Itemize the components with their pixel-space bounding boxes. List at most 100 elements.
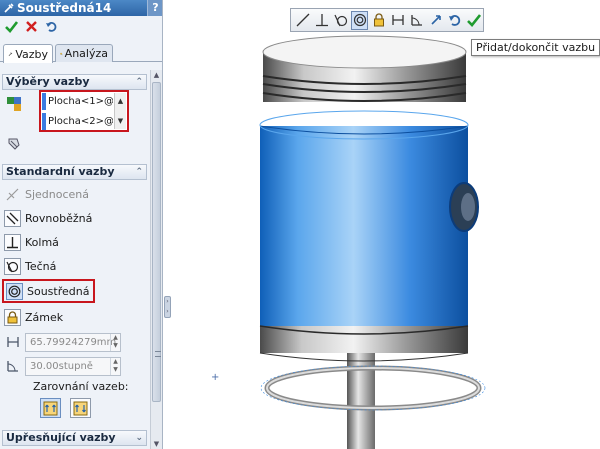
check-icon (467, 14, 482, 27)
selection-item-face1[interactable]: Plocha<1>@1: (42, 93, 113, 110)
toolbar-angle-button[interactable] (409, 11, 426, 30)
angle-spinner[interactable]: ▲ ▼ (110, 357, 120, 375)
scrollbar-grip (155, 351, 161, 357)
lock-icon (4, 308, 21, 326)
toolbar-flip-alignment-button[interactable] (428, 11, 445, 30)
check-icon (4, 20, 18, 33)
tab-analysis[interactable]: Analýza (55, 44, 113, 62)
mate-selections-header[interactable]: Výběry vazby ⌃ (2, 74, 147, 90)
advanced-mates-header[interactable]: Upřesňující vazby ⌄ (2, 430, 147, 446)
mate-lock-option[interactable]: Zámek (4, 307, 63, 327)
perpendicular-icon (315, 14, 328, 27)
splitter-handle[interactable]: › › (164, 296, 171, 318)
tangent-icon (334, 14, 347, 27)
distance-value: 65.79924279mm (30, 336, 117, 348)
collapse-chevron-icon[interactable]: ⌃ (135, 165, 143, 179)
tab-mates[interactable]: Vazby (3, 44, 53, 63)
tab-mates-label: Vazby (15, 47, 48, 61)
mate-selection-icon (7, 97, 21, 111)
analysis-tab-icon (60, 52, 63, 55)
scroll-up-arrow-icon[interactable]: ▲ (151, 71, 162, 79)
mate-perpendicular-option[interactable]: Kolmá (4, 232, 59, 252)
mate-selections-title: Výběry vazby (6, 75, 90, 88)
origin-marker-icon: + (211, 372, 220, 383)
toolbar-tangent-button[interactable] (332, 11, 349, 30)
cross-icon (25, 20, 37, 32)
mate-coincident-option[interactable]: Sjednocená (4, 184, 89, 204)
mate-coincident-label: Sjednocená (25, 187, 90, 201)
mate-tab-icon (8, 52, 13, 57)
collapse-chevron-icon[interactable]: ⌃ (135, 75, 143, 89)
toolbar-concentric-button[interactable] (351, 10, 369, 30)
selection-items: Plocha<1>@1: Plocha<2>@1- (42, 93, 113, 130)
mate-parallel-label: Rovnoběžná (25, 211, 93, 225)
mate-tangent-option[interactable]: Tečná (4, 256, 56, 276)
mate-lock-label: Zámek (25, 310, 64, 324)
mate-selections-list[interactable]: Plocha<1>@1: Plocha<2>@1- ▲ ▼ (39, 90, 129, 132)
selection-list-scrollbar[interactable]: ▲ ▼ (114, 93, 126, 129)
mate-tangent-label: Tečná (25, 259, 57, 273)
property-manager: Soustředná14 ? Vazby Analýza Výběry vazb… (0, 0, 163, 449)
action-bar (0, 17, 162, 35)
scroll-up-arrow-icon[interactable]: ▲ (115, 97, 126, 105)
piston-top-face[interactable] (262, 35, 467, 69)
scroll-down-arrow-icon[interactable]: ▼ (115, 117, 126, 125)
tab-analysis-label: Analýza (64, 47, 108, 60)
distance-row: 65.79924279mm ▲ ▼ (4, 332, 121, 352)
undo-button[interactable] (44, 19, 58, 33)
toolbar-coincident-button[interactable] (294, 11, 311, 30)
accept-mate-tooltip: Přidat/dokončit vazbu (471, 39, 600, 56)
piston-model[interactable] (200, 30, 600, 449)
concentric-icon (6, 282, 23, 300)
angle-row: 30.00stupně ▲ ▼ (4, 356, 121, 376)
anti-aligned-icon (73, 401, 88, 415)
mate-concentric-label: Soustředná (27, 284, 90, 298)
flip-alignment-icon (431, 15, 442, 25)
piston-skirt-selected[interactable] (260, 126, 468, 326)
perpendicular-icon (4, 233, 21, 251)
toolbar-accept-button[interactable] (466, 11, 483, 30)
aligned-button[interactable] (40, 398, 61, 418)
coincident-icon (296, 13, 310, 27)
scroll-down-arrow-icon[interactable]: ▼ (151, 440, 162, 448)
toolbar-undo-button[interactable] (447, 11, 464, 30)
panel-tabs: Vazby Analýza (0, 42, 162, 63)
tangent-icon (4, 257, 21, 275)
advanced-mates-title: Upřesňující vazby (6, 431, 116, 444)
standard-mates-header[interactable]: Standardní vazby ⌃ (2, 164, 147, 180)
solidworks-mate-window: Soustředná14 ? Vazby Analýza Výběry vazb… (0, 0, 600, 449)
undo-icon (449, 15, 461, 26)
distance-spinner[interactable]: ▲ ▼ (110, 333, 120, 351)
concentric-icon (353, 13, 366, 27)
toolbar-perpendicular-button[interactable] (313, 11, 330, 30)
help-button[interactable]: ? (147, 0, 162, 16)
coincident-icon (4, 186, 21, 203)
ok-button[interactable] (4, 19, 18, 33)
parallel-icon (4, 209, 21, 227)
pushpin-icon[interactable] (6, 136, 22, 152)
distance-icon (392, 15, 404, 25)
toolbar-distance-button[interactable] (389, 11, 406, 30)
angle-icon (411, 15, 423, 26)
feature-title: Soustředná14 (17, 1, 112, 15)
standard-mates-title: Standardní vazby (6, 165, 115, 178)
selection-item-face2[interactable]: Plocha<2>@1- (42, 113, 113, 130)
toolbar-lock-button[interactable] (370, 11, 387, 30)
distance-field[interactable]: 65.79924279mm ▲ ▼ (25, 332, 121, 352)
mate-feature-icon (4, 3, 14, 13)
mate-parallel-option[interactable]: Rovnoběžná (4, 208, 92, 228)
undo-icon (45, 21, 56, 32)
mate-alignment-label: Zarovnání vazeb: (33, 380, 129, 393)
angle-field[interactable]: 30.00stupně ▲ ▼ (25, 356, 121, 376)
aligned-icon (43, 401, 58, 415)
expand-chevron-icon[interactable]: ⌄ (135, 431, 143, 445)
mate-concentric-option[interactable]: Soustředná (2, 279, 96, 303)
distance-icon (4, 334, 21, 351)
cancel-button[interactable] (24, 19, 38, 33)
scrollbar-thumb[interactable] (152, 82, 161, 402)
anti-aligned-button[interactable] (70, 398, 91, 418)
angle-icon (4, 358, 21, 375)
panel-scrollbar[interactable]: ▲ ▼ (150, 70, 162, 449)
mate-perpendicular-label: Kolmá (25, 235, 59, 249)
panel-splitter[interactable]: › › (163, 0, 172, 449)
